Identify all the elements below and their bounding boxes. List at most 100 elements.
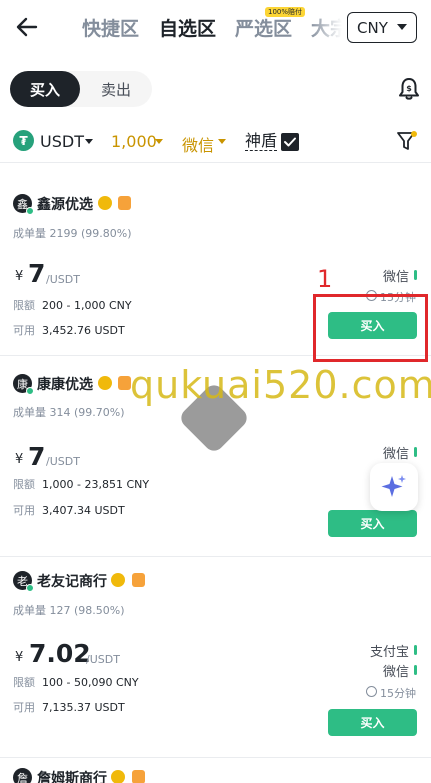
payment-method: 微信 xyxy=(382,270,409,285)
payment-color-mark xyxy=(414,665,417,675)
online-indicator xyxy=(26,387,34,395)
ad-card: 詹 詹姆斯商行 xyxy=(0,758,431,783)
order-stats: 成单量 127 (98.50%) xyxy=(13,602,125,618)
price: 7 xyxy=(28,442,46,471)
svg-text:$: $ xyxy=(406,84,412,93)
merchant-name[interactable]: 鑫源优选 xyxy=(37,194,93,214)
order-stats: 成单量 2199 (99.80%) xyxy=(13,225,132,241)
back-arrow-icon[interactable] xyxy=(14,14,40,40)
usdt-coin-icon: ₮ xyxy=(13,130,34,151)
limit-value: 200 - 1,000 CNY xyxy=(42,299,132,312)
merchant-name[interactable]: 康康优选 xyxy=(37,374,93,394)
filter-funnel-icon[interactable] xyxy=(396,130,418,152)
currency-symbol: ¥ xyxy=(15,452,24,467)
ai-assistant-button[interactable] xyxy=(370,463,418,511)
verified-badge-icon xyxy=(98,376,112,390)
currency-label: CNY xyxy=(357,18,388,37)
shield-filter-label: 神盾 xyxy=(245,131,278,151)
limit-label: 限额 xyxy=(13,676,35,689)
shield-checkbox[interactable] xyxy=(281,133,299,151)
avatar: 康 xyxy=(13,374,34,395)
verified-badge-icon xyxy=(98,196,112,210)
merchant-shield-icon xyxy=(118,196,131,210)
merchant-name[interactable]: 老友记商行 xyxy=(37,571,107,591)
check-icon xyxy=(284,137,296,147)
merchant-shield-icon xyxy=(132,770,145,783)
clock-icon xyxy=(366,686,377,697)
available-label: 可用 xyxy=(13,701,35,714)
order-count-label: 成单量 xyxy=(13,227,46,240)
amount-chevron-down-icon xyxy=(155,139,163,144)
limit-value: 100 - 50,090 CNY xyxy=(42,676,139,689)
top-nav: 快捷区 自选区 严选区 100%赔付 大宗 CNY xyxy=(0,0,431,56)
coin-filter[interactable]: USDT xyxy=(40,132,84,151)
tab-quick[interactable]: 快捷区 xyxy=(82,14,139,41)
price: 7.02 xyxy=(29,639,91,668)
avatar: 老 xyxy=(13,571,34,592)
order-count-value: 2199 (99.80%) xyxy=(49,227,132,240)
limit-row: 限额 200 - 1,000 CNY xyxy=(13,297,132,313)
time-limit: 15分钟 xyxy=(380,687,416,700)
verified-badge-icon xyxy=(111,573,125,587)
order-count-label: 成单量 xyxy=(13,604,46,617)
currency-selector[interactable]: CNY xyxy=(347,12,417,43)
coin-chevron-down-icon xyxy=(85,139,93,144)
tab-selected[interactable]: 严选区 xyxy=(235,14,292,41)
buy-tab[interactable]: 买入 xyxy=(10,71,80,107)
limit-label: 限额 xyxy=(13,299,35,312)
available-value: 3,407.34 USDT xyxy=(42,504,125,517)
payment-chevron-down-icon xyxy=(218,139,226,144)
limit-label: 限额 xyxy=(13,478,35,491)
currency-symbol: ¥ xyxy=(15,269,24,284)
buy-sell-toggle: 买入 卖出 xyxy=(10,71,152,107)
notification-bell-icon[interactable]: $ xyxy=(396,76,422,102)
order-count-label: 成单量 xyxy=(13,406,46,419)
price-unit: /USDT xyxy=(86,653,120,666)
payment-method: 微信 xyxy=(382,665,409,680)
watermark: qukuai520.com xyxy=(130,363,431,407)
filter-bar: ₮ USDT 1,000 微信 神盾 xyxy=(0,124,431,160)
order-count-value: 127 (98.50%) xyxy=(49,604,125,617)
sparkle-icon xyxy=(381,475,406,497)
avatar: 詹 xyxy=(13,768,32,783)
avatar: 鑫 xyxy=(13,194,34,215)
chevron-down-icon xyxy=(397,24,407,30)
available-label: 可用 xyxy=(13,324,35,337)
annotation-number: 1 xyxy=(317,265,333,293)
price-unit: /USDT xyxy=(46,455,80,468)
payment-method: 微信 xyxy=(382,447,409,462)
available-row: 可用 3,452.76 USDT xyxy=(13,322,125,338)
tab-fade xyxy=(310,8,350,48)
buy-button[interactable]: 买入 xyxy=(328,510,417,537)
available-value: 3,452.76 USDT xyxy=(42,324,125,337)
limit-row: 限额 1,000 - 23,851 CNY xyxy=(13,476,149,492)
tab-custom[interactable]: 自选区 xyxy=(159,14,216,41)
merchant-name[interactable]: 詹姆斯商行 xyxy=(37,768,107,783)
buy-button[interactable]: 买入 xyxy=(328,709,417,736)
available-value: 7,135.37 USDT xyxy=(42,701,125,714)
payment-color-mark xyxy=(414,270,417,280)
available-row: 可用 3,407.34 USDT xyxy=(13,502,125,518)
online-indicator xyxy=(26,207,34,215)
limit-row: 限额 100 - 50,090 CNY xyxy=(13,674,139,690)
ad-card: 老 老友记商行 成单量 127 (98.50%) ¥ 7.02 /USDT 限额… xyxy=(0,557,431,757)
avatar-initial: 詹 xyxy=(17,771,28,783)
limit-value: 1,000 - 23,851 CNY xyxy=(42,478,150,491)
verified-badge-icon xyxy=(111,770,125,783)
sell-tab[interactable]: 卖出 xyxy=(80,71,152,107)
price-unit: /USDT xyxy=(46,273,80,286)
available-row: 可用 7,135.37 USDT xyxy=(13,699,125,715)
payment-filter[interactable]: 微信 xyxy=(182,132,214,156)
available-label: 可用 xyxy=(13,504,35,517)
price: 7 xyxy=(28,259,46,288)
currency-symbol: ¥ xyxy=(15,650,24,665)
order-count-value: 314 (99.70%) xyxy=(49,406,125,419)
merchant-shield-icon xyxy=(132,573,145,587)
payment-method: 支付宝 xyxy=(369,645,409,660)
annotation-highlight-box xyxy=(313,294,428,362)
tab-badge-compensation: 100%赔付 xyxy=(265,7,306,17)
online-indicator xyxy=(26,584,34,592)
payment-color-mark xyxy=(414,447,417,457)
order-stats: 成单量 314 (99.70%) xyxy=(13,404,125,420)
amount-filter[interactable]: 1,000 xyxy=(111,132,157,151)
